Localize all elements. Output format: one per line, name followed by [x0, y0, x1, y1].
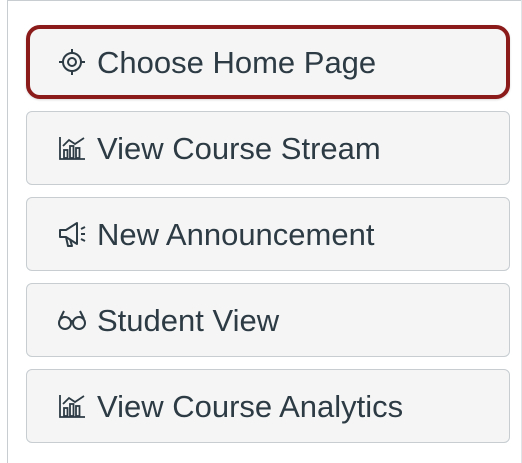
student-view-label: Student View	[97, 302, 280, 338]
course-sidebar-panel: Choose Home Page View Course Stream New …	[0, 0, 522, 463]
course-actions-list: Choose Home Page View Course Stream New …	[26, 25, 510, 443]
choose-home-page-label: Choose Home Page	[97, 44, 377, 80]
glasses-icon	[55, 303, 89, 337]
new-announcement-label: New Announcement	[97, 216, 375, 252]
student-view-button[interactable]: Student View	[26, 283, 510, 357]
panel-top-border	[7, 0, 522, 1]
view-course-analytics-button[interactable]: View Course Analytics	[26, 369, 510, 443]
bar-chart-icon	[55, 389, 89, 423]
view-course-stream-label: View Course Stream	[97, 130, 381, 166]
view-course-analytics-label: View Course Analytics	[97, 388, 404, 424]
target-icon	[55, 45, 89, 79]
megaphone-icon	[55, 217, 89, 251]
new-announcement-button[interactable]: New Announcement	[26, 197, 510, 271]
view-course-stream-button[interactable]: View Course Stream	[26, 111, 510, 185]
bar-chart-icon	[55, 131, 89, 165]
panel-left-border	[7, 0, 8, 463]
choose-home-page-button[interactable]: Choose Home Page	[26, 25, 510, 99]
